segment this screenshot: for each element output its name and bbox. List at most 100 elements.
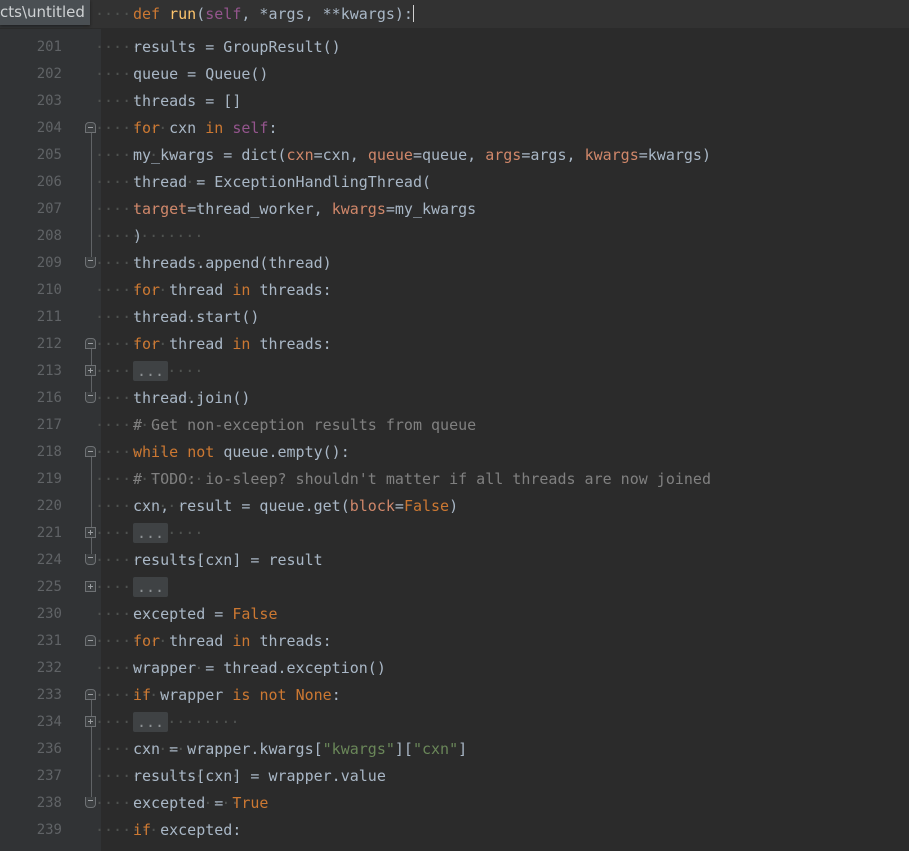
code-token-const: False: [403, 497, 450, 515]
code-text[interactable]: for thread in threads:: [133, 331, 332, 358]
line-number[interactable]: 213: [0, 358, 62, 385]
line-number[interactable]: 218: [0, 439, 62, 466]
code-line[interactable]: 206 ············ thread = ExceptionHandlin…: [0, 169, 909, 196]
code-text[interactable]: threads.append(thread): [133, 250, 332, 277]
code-line[interactable]: 216 ············ thread.join(): [0, 385, 909, 412]
code-text[interactable]: thread.join(): [133, 385, 250, 412]
code-line[interactable]: 213············...: [0, 358, 909, 385]
code-line[interactable]: 221············...: [0, 520, 909, 547]
code-line[interactable]: 204 ········ for cxn in self:: [0, 115, 909, 142]
code-text[interactable]: thread = ExceptionHandlingThread(: [133, 169, 431, 196]
code-text[interactable]: cxn = wrapper.kwargs["kwargs"]["cxn"]: [133, 736, 467, 763]
code-text[interactable]: results[cxn] = result: [133, 547, 323, 574]
code-line[interactable]: 203 ········ threads = []: [0, 88, 909, 115]
line-number[interactable]: 230: [0, 601, 62, 628]
code-text[interactable]: ...: [133, 358, 169, 385]
code-text[interactable]: for cxn in self:: [133, 115, 278, 142]
code-line[interactable]: 211 ············ thread.start(): [0, 304, 909, 331]
code-text[interactable]: ): [133, 223, 142, 250]
line-number[interactable]: 238: [0, 790, 62, 817]
code-line[interactable]: 220 ············ cxn, result = queue.get(b…: [0, 493, 909, 520]
line-number[interactable]: 212: [0, 331, 62, 358]
code-token-op: thread.join(): [133, 389, 251, 407]
code-token-op: ][: [394, 740, 413, 758]
line-number[interactable]: 219: [0, 466, 62, 493]
line-number[interactable]: 208: [0, 223, 62, 250]
line-number[interactable]: 239: [0, 817, 62, 844]
code-text[interactable]: # TODO: io-sleep? shouldn't matter if al…: [133, 466, 711, 493]
code-text[interactable]: # Get non-exception results from queue: [133, 412, 476, 439]
code-text[interactable]: threads = []: [133, 88, 241, 115]
code-line[interactable]: 202 ········ queue = Queue(): [0, 61, 909, 88]
code-text[interactable]: queue = Queue(): [133, 61, 268, 88]
code-line[interactable]: 231 ········ for thread in threads:: [0, 628, 909, 655]
code-token-op: =queue,: [412, 146, 486, 164]
line-number[interactable]: 209: [0, 250, 62, 277]
code-text[interactable]: cxn, result = queue.get(block=False): [133, 493, 458, 520]
code-line[interactable]: 233 ············ if wrapper is not None:: [0, 682, 909, 709]
code-line[interactable]: 201 ········ results = GroupResult(): [0, 34, 909, 61]
code-line[interactable]: 205 ············ my_kwargs = dict(cxn=cxn,…: [0, 142, 909, 169]
code-text[interactable]: target=thread_worker, kwargs=my_kwargs: [133, 196, 476, 223]
line-number[interactable]: 231: [0, 628, 62, 655]
line-number[interactable]: 202: [0, 61, 62, 88]
code-text[interactable]: ...: [133, 520, 169, 547]
line-number[interactable]: 205: [0, 142, 62, 169]
code-text[interactable]: if wrapper is not None:: [133, 682, 341, 709]
code-token-op: queue.empty():: [223, 443, 350, 461]
line-number[interactable]: 224: [0, 547, 62, 574]
code-text[interactable]: ...: [133, 574, 169, 601]
line-number[interactable]: 204: [0, 115, 62, 142]
line-number[interactable]: 220: [0, 493, 62, 520]
line-number[interactable]: 206: [0, 169, 62, 196]
code-line[interactable]: 232 ············ wrapper = thread.exceptio…: [0, 655, 909, 682]
code-line[interactable]: 212 ········ for thread in threads:: [0, 331, 909, 358]
line-number[interactable]: 221: [0, 520, 62, 547]
code-line[interactable]: 209 ············ threads.append(thread): [0, 250, 909, 277]
line-number[interactable]: 232: [0, 655, 62, 682]
code-token-kwarg: target: [133, 200, 188, 218]
code-text[interactable]: thread.start(): [133, 304, 259, 331]
code-text[interactable]: for thread in threads:: [133, 628, 332, 655]
code-line[interactable]: 208 ············): [0, 223, 909, 250]
code-text[interactable]: ...: [133, 709, 169, 736]
line-number[interactable]: 225: [0, 574, 62, 601]
sticky-header-def-line[interactable]: ···· def run(self, *args, **kwargs):: [0, 0, 909, 29]
breadcrumb-path-popup[interactable]: cts\untitled: [0, 0, 90, 25]
line-number[interactable]: 203: [0, 88, 62, 115]
code-text[interactable]: if excepted:: [133, 817, 241, 844]
code-line[interactable]: 224 ············ results[cxn] = result: [0, 547, 909, 574]
code-line[interactable]: 237 ················ results[cxn] = wrappe…: [0, 763, 909, 790]
line-number[interactable]: 207: [0, 196, 62, 223]
code-line[interactable]: 239 ········ if excepted:: [0, 817, 909, 844]
code-text[interactable]: for thread in threads:: [133, 277, 332, 304]
code-text[interactable]: results[cxn] = wrapper.value: [133, 763, 386, 790]
code-line[interactable]: 217 ········ # Get non-exception results f…: [0, 412, 909, 439]
line-number[interactable]: 216: [0, 385, 62, 412]
code-line[interactable]: 218 ········ while not queue.empty():: [0, 439, 909, 466]
code-line[interactable]: 207 ················ target=thread_worker,…: [0, 196, 909, 223]
line-number[interactable]: 211: [0, 304, 62, 331]
code-text[interactable]: my_kwargs = dict(cxn=cxn, queue=queue, a…: [133, 142, 711, 169]
code-text[interactable]: excepted = False: [133, 601, 278, 628]
line-number[interactable]: 210: [0, 277, 62, 304]
code-line[interactable]: 238 ················ excepted = True: [0, 790, 909, 817]
line-number[interactable]: 217: [0, 412, 62, 439]
code-line[interactable]: 210 ········ for thread in threads:: [0, 277, 909, 304]
code-line[interactable]: 219 ············ # TODO: io-sleep? shouldn…: [0, 466, 909, 493]
code-line[interactable]: 234················...: [0, 709, 909, 736]
line-number[interactable]: 233: [0, 682, 62, 709]
code-text[interactable]: excepted = True: [133, 790, 268, 817]
line-number[interactable]: 201: [0, 34, 62, 61]
line-number[interactable]: 237: [0, 763, 62, 790]
code-editor[interactable]: 201 ········ results = GroupResult() 202 ···…: [0, 0, 909, 851]
code-token-op: :: [331, 686, 341, 704]
code-text[interactable]: wrapper = thread.exception(): [133, 655, 386, 682]
line-number[interactable]: 236: [0, 736, 62, 763]
code-text[interactable]: while not queue.empty():: [133, 439, 350, 466]
code-line[interactable]: 236 ················ cxn = wrapper.kwargs[…: [0, 736, 909, 763]
code-line[interactable]: 230 ········ excepted = False: [0, 601, 909, 628]
code-text[interactable]: results = GroupResult(): [133, 34, 341, 61]
line-number[interactable]: 234: [0, 709, 62, 736]
code-line[interactable]: 225 ········...: [0, 574, 909, 601]
